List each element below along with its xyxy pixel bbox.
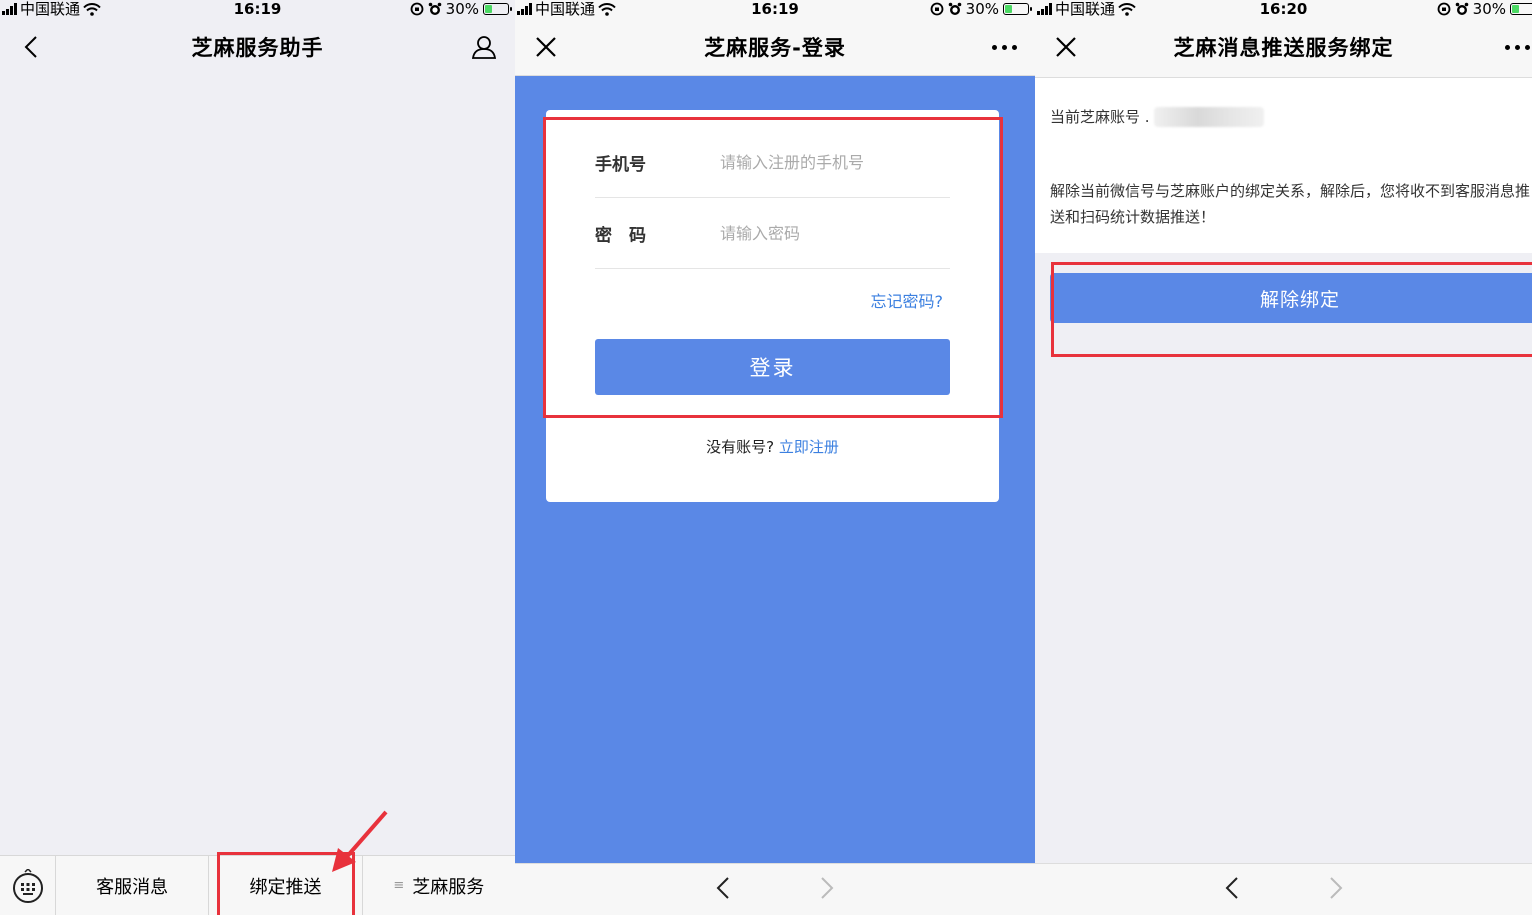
more-button[interactable]: [987, 30, 1021, 64]
alarm-icon: [428, 2, 441, 15]
keyboard-toggle-button[interactable]: [0, 856, 56, 915]
menu-item-label: 芝麻服务: [412, 876, 485, 898]
no-account-text: 没有账号?: [706, 438, 775, 456]
account-line: 当前芝麻账号 .: [1050, 106, 1264, 127]
browser-toolbar: [515, 863, 1035, 915]
register-link[interactable]: 立即注册: [779, 438, 839, 456]
account-info-section: 当前芝麻账号 . 解除当前微信号与芝麻账户的绑定关系，解除后，您将收不到客服消息…: [1035, 78, 1532, 253]
chevron-left-icon: [1225, 876, 1238, 899]
page-title: 芝麻服务助手: [191, 36, 324, 60]
submenu-icon: ≡: [393, 878, 405, 893]
more-button[interactable]: [1500, 30, 1532, 64]
more-icon: [1504, 44, 1530, 50]
battery-percent: 30%: [445, 0, 479, 18]
chevron-left-icon: [716, 876, 729, 899]
battery-icon: [1510, 3, 1532, 15]
battery-percent: 30%: [1472, 0, 1506, 18]
panel-chat-menu: 中国联通 16:19 30% 芝麻服务助手 客服消息 绑定推送 ≡ 芝麻服务: [0, 0, 515, 915]
page-title: 芝麻服务-登录: [704, 36, 846, 60]
battery-percent: 30%: [965, 0, 999, 18]
menu-item-label: 客服消息: [96, 876, 169, 898]
status-bar: 中国联通 16:19 30%: [0, 0, 515, 18]
chevron-right-icon: [1329, 876, 1342, 899]
back-button[interactable]: [14, 30, 48, 64]
highlight-box: [543, 117, 1003, 418]
status-bar: 中国联通 16:19 30%: [515, 0, 1035, 18]
close-icon: [536, 37, 556, 57]
battery-icon: [1003, 3, 1032, 15]
browser-toolbar: [1035, 863, 1532, 915]
chevron-right-icon: [821, 876, 834, 899]
rotation-lock-icon: [410, 2, 424, 16]
battery-icon: [483, 3, 512, 15]
status-bar: 中国联通 16:20 30%: [1035, 0, 1532, 18]
nav-bar: 芝麻消息推送服务绑定: [1035, 18, 1532, 76]
alarm-icon: [948, 2, 961, 15]
redacted-account: [1153, 106, 1264, 127]
highlight-box: [1051, 262, 1532, 357]
close-button[interactable]: [1049, 30, 1083, 64]
forward-button[interactable]: [820, 876, 834, 904]
back-button[interactable]: [1225, 876, 1239, 904]
rotation-lock-icon: [930, 2, 944, 16]
pointer-arrow: [332, 810, 388, 872]
alarm-icon: [1455, 2, 1468, 15]
back-button[interactable]: [716, 876, 730, 904]
menu-item-customer-service[interactable]: 客服消息: [56, 856, 210, 915]
close-button[interactable]: [529, 30, 563, 64]
close-icon: [1056, 37, 1076, 57]
panel-login: 中国联通 16:19 30% 芝麻服务-登录 手机号 密 码 忘记密码? 登录: [515, 0, 1035, 915]
forward-button[interactable]: [1329, 876, 1343, 904]
profile-button[interactable]: [467, 30, 501, 64]
keyboard-icon: [12, 868, 43, 903]
rotation-lock-icon: [1437, 2, 1451, 16]
panel-unbind: 中国联通 16:20 30% 芝麻消息推送服务绑定 当前芝麻账号 . 解除当前微…: [1035, 0, 1532, 915]
unbind-description: 解除当前微信号与芝麻账户的绑定关系，解除后，您将收不到客服消息推送和扫码统计数据…: [1050, 182, 1531, 226]
user-icon: [471, 36, 497, 59]
nav-bar: 芝麻服务-登录: [515, 18, 1035, 76]
page-title: 芝麻消息推送服务绑定: [1173, 36, 1394, 60]
more-icon: [991, 44, 1017, 50]
nav-bar: 芝麻服务助手: [0, 18, 515, 76]
account-label: 当前芝麻账号 .: [1050, 108, 1150, 126]
register-line: 没有账号? 立即注册: [546, 436, 999, 457]
chevron-left-icon: [24, 36, 37, 58]
